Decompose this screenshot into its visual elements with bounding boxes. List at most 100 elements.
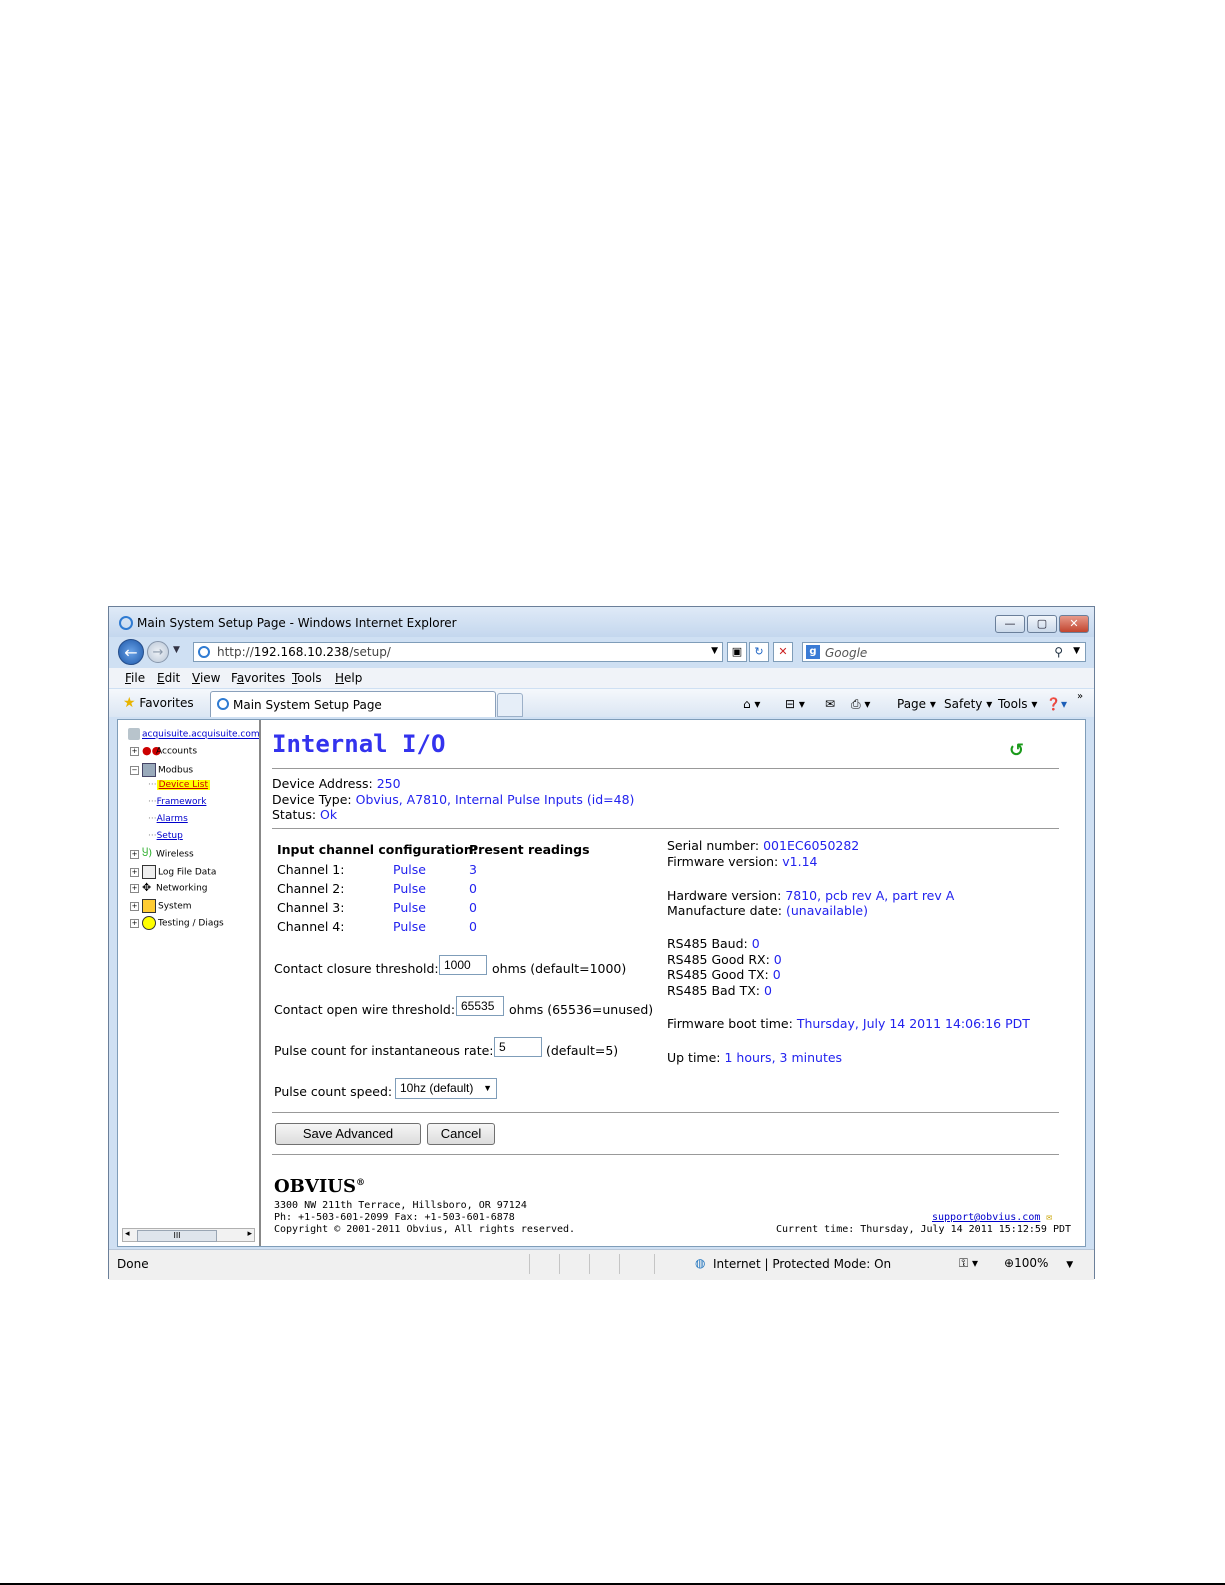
contact-closure-unit: ohms (default=1000) <box>492 961 627 976</box>
divider <box>272 768 1059 769</box>
page-icon <box>198 646 210 658</box>
save-advanced-button[interactable]: Save Advanced <box>275 1123 421 1145</box>
help-icon[interactable]: ❓▾ <box>1046 697 1067 711</box>
mail-icon: ✉ <box>1046 1212 1053 1223</box>
close-button[interactable]: ✕ <box>1059 615 1089 633</box>
search-dropdown-icon[interactable]: ▼ <box>1073 646 1080 656</box>
feeds-icon[interactable]: ⊟ ▾ <box>785 697 805 711</box>
device-type: Device Type: Obvius, A7810, Internal Pul… <box>272 792 635 807</box>
contact-open-label: Contact open wire threshold: <box>274 1002 456 1017</box>
chevron-down-icon: ▼ <box>483 1083 492 1093</box>
menu-favorites[interactable]: Favorites <box>231 671 285 685</box>
mail-icon[interactable]: ✉ <box>825 697 835 711</box>
search-placeholder: Google <box>825 646 868 660</box>
status-bar: Done ◍ Internet | Protected Mode: On ⚿ ▾… <box>109 1249 1094 1280</box>
obvius-logo: OBVIUS® <box>274 1176 365 1197</box>
stop-icon[interactable]: ✕ <box>773 642 793 662</box>
tree-item-setup[interactable]: ···Setup <box>148 831 183 841</box>
tree-item-log-file-data[interactable]: + Log File Data <box>130 865 216 879</box>
address-url: http://192.168.10.238/setup/ <box>217 645 391 659</box>
company-address: 3300 NW 211th Terrace, Hillsboro, OR 971… <box>274 1200 527 1211</box>
scroll-left-icon[interactable]: ◂ <box>125 1229 130 1239</box>
tree-item-framework[interactable]: ···Framework <box>148 797 206 807</box>
search-icon[interactable]: ⚲ <box>1054 645 1063 659</box>
tree-item-alarms[interactable]: ···Alarms <box>148 814 188 824</box>
expand-icon[interactable]: + <box>130 901 139 911</box>
browser-window: Main System Setup Page - Windows Interne… <box>108 606 1095 1280</box>
favorites-button[interactable]: ★ Favorites <box>123 695 194 711</box>
rs485-good-tx: RS485 Good TX: 0 <box>667 967 781 982</box>
protected-mode-icon[interactable]: ⚿ ▾ <box>959 1256 978 1271</box>
contact-closure-input[interactable] <box>439 955 487 975</box>
expand-icon[interactable]: + <box>130 918 139 928</box>
channel-reading: 0 <box>469 900 477 915</box>
expand-icon[interactable]: + <box>130 867 139 877</box>
device-status: Status: Ok <box>272 807 338 822</box>
support-email-link[interactable]: support@obvius.com ✉ <box>932 1212 1052 1223</box>
tree-item-system[interactable]: + System <box>130 899 192 913</box>
search-box[interactable]: g Google ⚲ ▼ <box>802 642 1086 662</box>
cancel-button[interactable]: Cancel <box>427 1123 495 1145</box>
channel-mode: Pulse <box>393 862 426 877</box>
favorites-bar: ★ Favorites Main System Setup Page ⌂ ▾ ⊟… <box>109 689 1094 717</box>
home-icon[interactable]: ⌂ ▾ <box>743 697 760 711</box>
tree-item-testing[interactable]: + Testing / Diags <box>130 916 224 930</box>
menu-edit[interactable]: Edit <box>157 671 180 685</box>
expand-icon[interactable]: + <box>130 849 139 859</box>
divider <box>589 1254 590 1274</box>
pulse-speed-select[interactable]: 10hz (default) ▼ <box>395 1078 497 1099</box>
tree-root[interactable]: acquisuite.acquisuite.com <box>128 728 259 740</box>
contact-open-input[interactable] <box>456 996 504 1016</box>
divider <box>619 1254 620 1274</box>
maximize-button[interactable]: ▢ <box>1027 615 1057 633</box>
tree-item-device-list[interactable]: ··· Device List <box>148 780 210 790</box>
divider <box>559 1254 560 1274</box>
rs485-baud: RS485 Baud: 0 <box>667 936 760 951</box>
expand-icon[interactable]: + <box>130 883 139 893</box>
safety-menu[interactable]: Safety ▾ <box>944 697 992 711</box>
zoom-control[interactable]: ⊕100% ▼ <box>1004 1256 1073 1270</box>
users-icon: ●● <box>142 744 162 757</box>
scrollbar-thumb[interactable]: III <box>137 1230 217 1242</box>
menu-bar: File Edit View Favorites Tools Help <box>109 668 1094 688</box>
forward-button[interactable]: → <box>147 641 169 663</box>
menu-help[interactable]: Help <box>335 671 362 685</box>
divider <box>529 1254 530 1274</box>
tools-menu[interactable]: Tools ▾ <box>998 697 1037 711</box>
new-tab-button[interactable] <box>497 693 523 717</box>
firmware-version: Firmware version: v1.14 <box>667 854 818 869</box>
network-device-icon <box>142 763 156 777</box>
chevron-more-icon[interactable]: » <box>1077 691 1083 702</box>
menu-view[interactable]: View <box>192 671 220 685</box>
menu-file[interactable]: File <box>125 671 145 685</box>
back-button[interactable]: ← <box>118 639 144 665</box>
print-icon[interactable]: ⎙ ▾ <box>851 697 870 712</box>
ie-logo-icon <box>119 616 133 630</box>
divider <box>654 1254 655 1274</box>
tree-item-wireless[interactable]: + Ⴘ) Wireless <box>130 848 194 860</box>
collapse-icon[interactable]: − <box>130 765 139 775</box>
recent-pages-dropdown-icon[interactable]: ▼ <box>173 645 180 655</box>
copyright: Copyright © 2001-2011 Obvius, All rights… <box>274 1224 576 1235</box>
pulse-rate-unit: (default=5) <box>546 1043 619 1058</box>
minimize-button[interactable]: — <box>995 615 1025 633</box>
scroll-right-icon[interactable]: ▸ <box>247 1229 252 1239</box>
navigation-bar: ← → ▼ http://192.168.10.238/setup/ ▼ ▣ ↻… <box>109 637 1094 667</box>
address-dropdown-icon[interactable]: ▼ <box>711 646 718 656</box>
pulse-rate-input[interactable] <box>494 1037 542 1057</box>
tab-main-system-setup[interactable]: Main System Setup Page <box>210 691 496 717</box>
security-zone[interactable]: Internet | Protected Mode: On <box>713 1257 891 1271</box>
config-column-header: Input channel configuration: <box>277 842 478 857</box>
rs485-bad-tx: RS485 Bad TX: 0 <box>667 983 772 998</box>
compatibility-view-icon[interactable]: ▣ <box>727 642 747 662</box>
refresh-page-icon[interactable]: ↺ <box>1009 740 1024 761</box>
menu-tools[interactable]: Tools <box>292 671 322 685</box>
refresh-icon[interactable]: ↻ <box>749 642 769 662</box>
tree-item-networking[interactable]: + ✥ Networking <box>130 882 208 894</box>
page-menu[interactable]: Page ▾ <box>897 697 936 711</box>
tree-item-modbus[interactable]: − Modbus <box>130 763 193 777</box>
horizontal-scrollbar[interactable]: ◂ III ▸ <box>122 1228 255 1242</box>
address-bar[interactable]: http://192.168.10.238/setup/ ▼ <box>193 642 723 662</box>
expand-icon[interactable]: + <box>130 746 139 756</box>
tree-item-accounts[interactable]: + ●●Accounts <box>130 745 197 757</box>
